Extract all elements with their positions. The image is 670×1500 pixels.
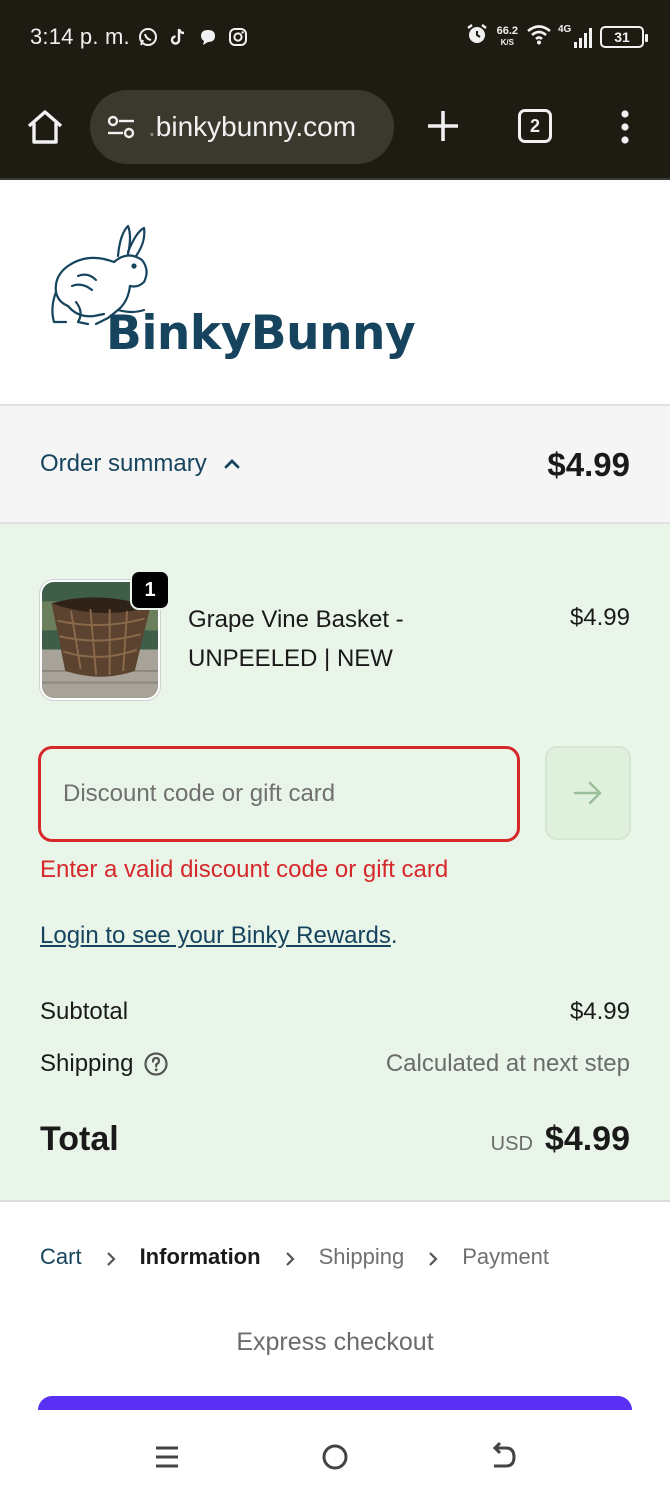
network-speed: 66.2 K/S [496,24,518,48]
home-circle-icon[interactable] [318,1440,352,1474]
chat-bubble-icon [198,27,218,47]
whatsapp-icon [138,27,158,47]
browser-toolbar: .binkybunny.com 2 [0,74,670,180]
quantity-badge: 1 [130,570,170,610]
tab-switcher-button[interactable]: 2 [518,109,552,143]
discount-field[interactable] [38,746,520,842]
order-summary-panel: 1 Grape Vine Basket - UNPEELED | NEW $4.… [0,524,670,1202]
chevron-right-icon [283,1248,297,1266]
battery-indicator: 31 [600,25,648,48]
help-circle-icon[interactable] [143,1051,169,1077]
discount-input[interactable] [63,780,517,808]
chevron-up-icon [221,453,243,475]
order-summary-total: $4.99 [547,446,630,483]
status-bar: 3:14 p. m. 66.2 K/S 4G 31 [0,0,670,74]
home-icon[interactable] [24,106,66,148]
arrow-right-icon [573,781,602,805]
shipping-label: Shipping [40,1050,134,1077]
apply-discount-button[interactable] [545,746,631,840]
product-name: Grape Vine Basket - UNPEELED | NEW [188,606,404,672]
chevron-right-icon [426,1248,440,1266]
url-domain: binkybunny.com [155,111,357,142]
order-summary-toggle[interactable]: Order summary [40,450,243,478]
chevron-right-icon [104,1248,118,1266]
product-price: $4.99 [569,604,630,631]
site-header: BinkyBunny [0,182,670,406]
url-fade-edge: . [148,111,156,142]
tab-count: 2 [529,115,540,136]
rewards-prompt: Login to see your Binky Rewards. [40,922,398,950]
breadcrumb-shipping: Shipping [318,1244,405,1269]
brand-wordmark[interactable]: BinkyBunny [106,306,416,361]
total-label: Total [40,1120,119,1158]
discount-error-message: Enter a valid discount code or gift card [40,856,449,883]
breadcrumb-payment: Payment [462,1244,550,1269]
new-tab-icon[interactable] [424,107,462,145]
breadcrumb-cart[interactable]: Cart [40,1244,82,1270]
more-options-icon[interactable] [612,106,638,148]
subtotal-row: Subtotal $4.99 [40,998,630,1026]
site-settings-icon[interactable] [104,110,138,144]
rewards-suffix: . [390,922,398,949]
network-speed-unit: K/S [500,37,514,47]
recent-apps-icon[interactable] [150,1440,184,1474]
express-checkout-heading: Express checkout [236,1328,434,1356]
address-bar[interactable]: .binkybunny.com [90,90,394,164]
instagram-icon [228,27,248,47]
checkout-breadcrumb: Cart Information Shipping Payment [40,1244,549,1270]
tiktok-icon [168,27,188,47]
system-indicators: 66.2 K/S 4G 31 [465,22,648,51]
system-navigation-bar [0,1410,670,1500]
back-icon[interactable] [486,1440,520,1474]
network-speed-value: 66.2 [496,24,518,37]
shipping-value: Calculated at next step [385,1050,630,1077]
total-value-group: USD $4.99 [491,1120,630,1159]
order-summary-label: Order summary [40,450,207,477]
network-type: 4G [558,23,572,35]
login-rewards-link[interactable]: Login to see your Binky Rewards [40,922,391,949]
alarm-icon [465,22,489,51]
clock: 3:14 p. m. [30,24,130,49]
subtotal-label: Subtotal [40,998,129,1025]
currency-code: USD [490,1133,533,1155]
shipping-row: Shipping Calculated at next step [40,1050,630,1078]
total-row: Total USD $4.99 [40,1120,630,1159]
url-text[interactable]: .binkybunny.com [148,111,356,143]
total-value: $4.99 [544,1120,630,1158]
notification-icons [138,27,248,47]
shipping-label-group: Shipping [40,1050,169,1078]
wifi-icon [526,23,552,50]
battery-level: 31 [614,28,630,45]
order-summary-header[interactable]: Order summary $4.99 [0,406,670,524]
breadcrumb-information: Information [139,1244,261,1269]
cellular-signal-icon: 4G [558,23,592,48]
subtotal-value: $4.99 [569,998,630,1025]
